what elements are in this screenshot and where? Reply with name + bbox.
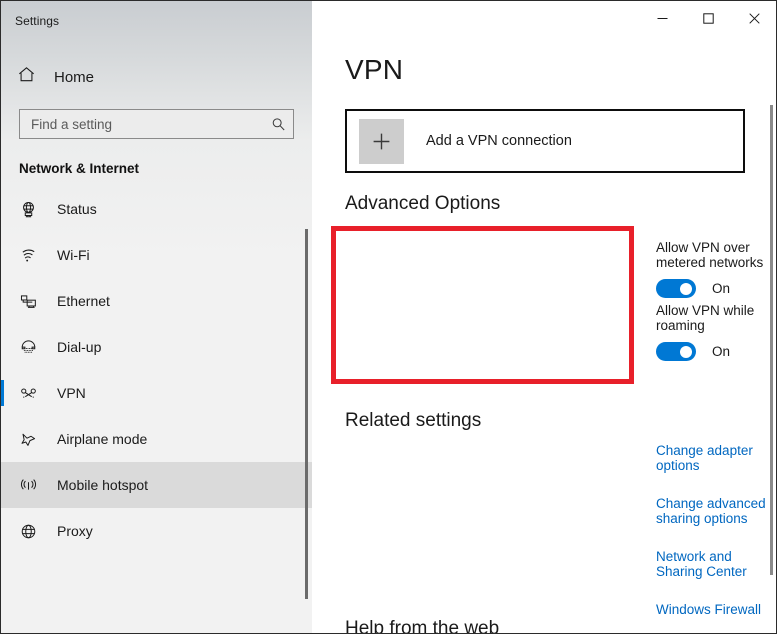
main-scrollbar[interactable] bbox=[770, 105, 773, 575]
add-vpn-connection-button[interactable]: Add a VPN connection bbox=[345, 109, 745, 173]
link-change-adapter-options[interactable]: Change adapter options bbox=[656, 443, 777, 473]
toggle-caption: Allow VPN while roaming bbox=[656, 303, 777, 333]
minimize-button[interactable] bbox=[639, 1, 685, 35]
mobile-hotspot-icon bbox=[17, 476, 39, 495]
sidebar-category-title: Network & Internet bbox=[19, 161, 312, 176]
toggle-row: On bbox=[656, 279, 777, 298]
sidebar-item-proxy[interactable]: Proxy bbox=[1, 508, 312, 554]
sidebar-item-label: Airplane mode bbox=[57, 431, 147, 447]
vpn-icon bbox=[17, 384, 39, 403]
status-globe-icon bbox=[17, 200, 39, 219]
toggle-row: On bbox=[656, 342, 777, 361]
toggle-knob bbox=[680, 346, 692, 358]
link-network-and-sharing-center[interactable]: Network and Sharing Center bbox=[656, 549, 777, 579]
toggle-group-roaming: Allow VPN while roaming On bbox=[656, 303, 777, 361]
sidebar-nav-list: Status Wi-Fi bbox=[1, 186, 312, 554]
plus-icon bbox=[359, 119, 404, 164]
sidebar-item-status[interactable]: Status bbox=[1, 186, 312, 232]
toggle-state-label: On bbox=[712, 281, 730, 296]
sidebar-item-home[interactable]: Home bbox=[1, 59, 312, 95]
related-settings-links: Change adapter options Change advanced s… bbox=[656, 443, 777, 634]
close-icon bbox=[749, 13, 760, 24]
dialup-icon bbox=[17, 338, 39, 357]
wifi-icon bbox=[17, 246, 39, 265]
window-title: Settings bbox=[15, 14, 59, 28]
home-icon bbox=[17, 65, 36, 89]
maximize-button[interactable] bbox=[685, 1, 731, 35]
sidebar-item-label: Dial-up bbox=[57, 339, 101, 355]
toggle-group-metered-networks: Allow VPN over metered networks On bbox=[656, 240, 777, 298]
sidebar-item-label: Proxy bbox=[57, 523, 93, 539]
search-input[interactable] bbox=[31, 117, 270, 132]
sidebar-item-wifi[interactable]: Wi-Fi bbox=[1, 232, 312, 278]
window-controls bbox=[639, 1, 777, 35]
home-label: Home bbox=[54, 69, 94, 86]
sidebar-item-airplane-mode[interactable]: Airplane mode bbox=[1, 416, 312, 462]
sidebar-item-vpn[interactable]: VPN bbox=[1, 370, 312, 416]
sidebar: Settings Home Network & Internet bbox=[1, 1, 312, 634]
add-vpn-label: Add a VPN connection bbox=[426, 133, 572, 149]
allow-vpn-over-metered-networks-toggle[interactable] bbox=[656, 279, 696, 298]
toggle-caption: Allow VPN over metered networks bbox=[656, 240, 777, 270]
toggle-knob bbox=[680, 283, 692, 295]
close-button[interactable] bbox=[731, 1, 777, 35]
link-windows-firewall[interactable]: Windows Firewall bbox=[656, 602, 777, 617]
sidebar-item-label: Wi-Fi bbox=[57, 247, 90, 263]
ethernet-icon bbox=[17, 292, 39, 311]
page-title: VPN bbox=[345, 54, 403, 86]
sidebar-item-label: Ethernet bbox=[57, 293, 110, 309]
sidebar-item-ethernet[interactable]: Ethernet bbox=[1, 278, 312, 324]
search-box[interactable] bbox=[19, 109, 294, 139]
sidebar-item-label: VPN bbox=[57, 385, 86, 401]
airplane-icon bbox=[17, 430, 39, 449]
window-titlebar[interactable]: Settings bbox=[1, 1, 312, 41]
sidebar-scrollbar[interactable] bbox=[305, 229, 308, 599]
minimize-icon bbox=[657, 13, 668, 24]
sidebar-item-label: Mobile hotspot bbox=[57, 477, 148, 493]
sidebar-item-dialup[interactable]: Dial-up bbox=[1, 324, 312, 370]
advanced-options-heading: Advanced Options bbox=[345, 193, 500, 215]
maximize-icon bbox=[703, 13, 714, 24]
allow-vpn-while-roaming-toggle[interactable] bbox=[656, 342, 696, 361]
proxy-globe-icon bbox=[17, 522, 39, 541]
help-from-the-web-heading: Help from the web bbox=[345, 618, 499, 634]
related-settings-heading: Related settings bbox=[345, 410, 481, 432]
settings-window: Settings Home Network & Internet bbox=[0, 0, 777, 634]
link-change-advanced-sharing-options[interactable]: Change advanced sharing options bbox=[656, 496, 777, 526]
toggle-state-label: On bbox=[712, 344, 730, 359]
sidebar-item-mobile-hotspot[interactable]: Mobile hotspot bbox=[1, 462, 312, 508]
search-icon bbox=[270, 116, 287, 133]
sidebar-item-label: Status bbox=[57, 201, 97, 217]
main-content: VPN Add a VPN connection Advanced Option… bbox=[312, 1, 777, 634]
